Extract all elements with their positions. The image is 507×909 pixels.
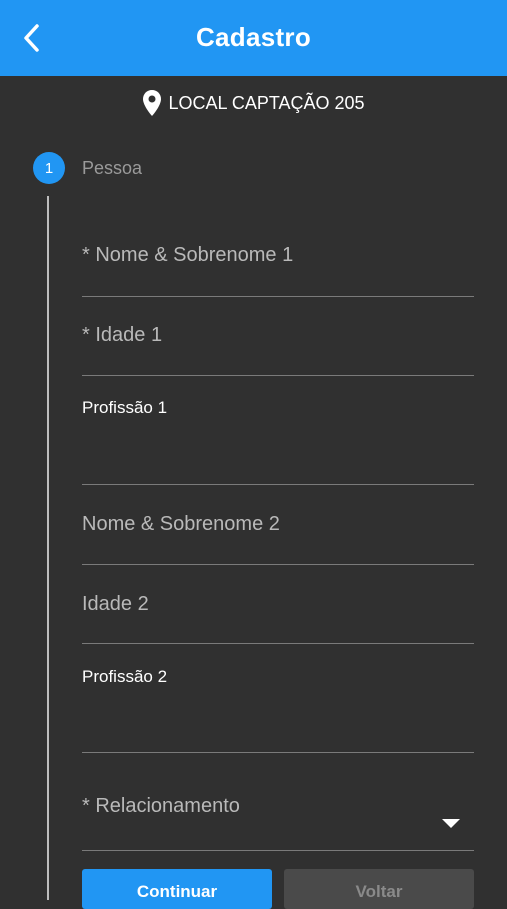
- relationship-placeholder: * Relacionamento: [82, 795, 240, 817]
- location-header: LOCAL CAPTAÇÃO 205: [0, 88, 507, 118]
- age2-field[interactable]: Idade 2: [82, 566, 474, 644]
- continue-button[interactable]: Continuar: [82, 869, 272, 909]
- step-label: Pessoa: [82, 158, 143, 178]
- location-label: LOCAL CAPTAÇÃO 205: [168, 92, 365, 113]
- caret-down-icon: [442, 819, 460, 828]
- age1-field[interactable]: * Idade 1: [82, 298, 474, 376]
- page-title: Cadastro: [195, 22, 312, 52]
- name1-field[interactable]: * Nome & Sobrenome 1: [82, 218, 474, 297]
- stepper-line: [47, 196, 49, 900]
- profession2-field[interactable]: Profissão 2: [82, 667, 474, 753]
- relationship-select[interactable]: * Relacionamento: [82, 770, 474, 851]
- profession1-field[interactable]: Profissão 1: [82, 398, 474, 485]
- back-step-button[interactable]: Voltar: [284, 869, 474, 909]
- map-pin-icon: [143, 90, 162, 116]
- name1-placeholder: * Nome & Sobrenome 1: [82, 244, 294, 266]
- step-number-badge: 1: [33, 152, 65, 184]
- app-bar: Cadastro: [0, 0, 507, 76]
- age2-placeholder: Idade 2: [82, 593, 149, 615]
- profession2-label: Profissão 2: [82, 667, 168, 686]
- name2-placeholder: Nome & Sobrenome 2: [82, 513, 280, 535]
- profession1-label: Profissão 1: [82, 398, 168, 417]
- age1-placeholder: * Idade 1: [82, 324, 163, 346]
- name2-field[interactable]: Nome & Sobrenome 2: [82, 486, 474, 565]
